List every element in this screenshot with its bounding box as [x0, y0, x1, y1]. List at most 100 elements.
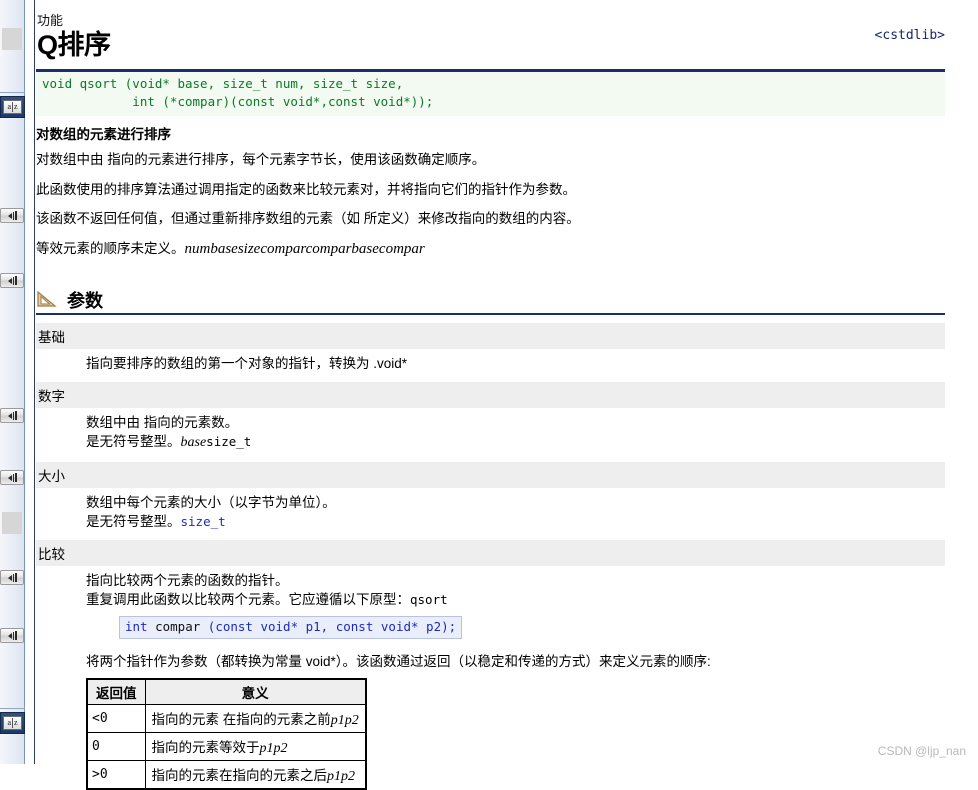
az-letter-a: a [7, 102, 11, 111]
az-separator [12, 102, 13, 112]
handle-bar-icon [14, 211, 17, 220]
table-cell-meaning: 指向的元素在指向的元素之后p1p2 [144, 760, 367, 790]
param-num-text: 是无符号整型。 [86, 434, 181, 450]
page-kicker: 功能 [37, 13, 64, 28]
left-arrow-icon [7, 574, 12, 581]
compar-prototype-code: int compar (const void* p1, const void* … [119, 615, 463, 639]
param-size-line-2: 是无符号整型。size_t [86, 512, 945, 532]
intro-paragraph-3: 该函数不返回任何值，但通过重新排序数组的元素（如 所定义）来修改指向的数组的内容… [36, 210, 580, 226]
scroll-handle-widget[interactable] [0, 208, 24, 223]
param-name-base: 基础 [36, 323, 945, 350]
handle-bar-icon [12, 411, 14, 420]
handle-bar-icon [14, 411, 17, 420]
handle-bar-icon [12, 276, 14, 285]
compar-prototype-keyword: int [125, 618, 148, 634]
scroll-handle-widget[interactable] [0, 470, 24, 485]
strip-placeholder-block [2, 512, 22, 534]
param-size-mono-tail: size_t [180, 514, 226, 530]
table-row: 0 指向的元素等效于p1p2 [86, 732, 367, 762]
page-title: Q排序 [37, 30, 111, 60]
parameters-section-heading: 参数 [36, 289, 945, 316]
compar-prototype-params: (const void* p1, const void* p2); [207, 618, 457, 634]
param-body-base: 指向要排序的数组的第一个对象的指针，转换为 .void* [36, 349, 945, 374]
signature-line-1: void qsort (void* base, size_t num, size… [42, 76, 404, 92]
handle-bar-icon [14, 473, 17, 482]
az-letter-z: z [14, 102, 18, 111]
left-sidebar-strip: a z a z [0, 0, 25, 764]
param-body-num: 数组中由 指向的元素数。 是无符号整型。basesize_t [36, 408, 945, 454]
handle-bar-icon [14, 573, 17, 582]
param-size-text: 是无符号整型。 [86, 514, 181, 530]
table-row: <0 指向的元素 在指向的元素之前p1p2 [86, 704, 367, 734]
meaning-italic: p1p2 [330, 713, 359, 729]
left-arrow-icon [7, 632, 12, 639]
parameters-section-title: 参数 [67, 291, 103, 312]
param-body-compar: 指向比较两个元素的函数的指针。 重复调用此函数以比较两个元素。它应遵循以下原型：… [36, 566, 945, 639]
page-gutter [25, 0, 35, 764]
az-letter-a: a [7, 718, 11, 727]
translate-az-glyph: a z [3, 716, 22, 730]
param-num-line-1: 数组中由 指向的元素数。 [86, 414, 239, 430]
handle-bar-icon [12, 473, 14, 482]
signature-line-2: int (*compar)(const void*,const void*)); [42, 94, 434, 110]
param-size-line-1: 数组中每个元素的大小（以字节为单位）。 [86, 494, 336, 510]
param-num-line-2: 是无符号整型。basesize_t [86, 432, 945, 453]
handle-bar-icon [12, 573, 14, 582]
summary-subhead: 对数组的元素进行排序 [36, 127, 171, 143]
param-compar-line-1: 指向比较两个元素的函数的指针。 [86, 572, 289, 588]
ruler-triangle-icon [37, 290, 57, 307]
scroll-handle-widget[interactable] [0, 570, 24, 585]
handle-bar-icon [14, 631, 17, 640]
translate-az-icon-top[interactable]: a z [0, 96, 25, 118]
left-arrow-icon [7, 474, 12, 481]
meaning-text: 指向的元素在指向的元素之后 [151, 768, 328, 784]
compar-prototype-identifier: compar [147, 618, 208, 634]
strip-divider [0, 708, 25, 709]
table-header-row: 返回值 意义 [86, 678, 367, 706]
table-header-return-value: 返回值 [86, 678, 146, 706]
param-num-mono-tail: size_t [206, 434, 252, 450]
meaning-text: 指向的元素 在指向的元素之前 [151, 712, 331, 728]
az-separator [12, 718, 13, 728]
table-header-meaning: 意义 [144, 678, 367, 706]
handle-bar-icon [12, 211, 14, 220]
param-name-size: 大小 [36, 461, 945, 488]
meaning-italic: p1p2 [259, 741, 288, 757]
intro-paragraph-4: 等效元素的顺序未定义。numbasesizecomparcomparbaseco… [36, 239, 978, 259]
translate-az-glyph: a z [3, 100, 22, 114]
intro-paragraph-2: 此函数使用的排序算法通过调用指定的函数来比较元素对，并将指向它们的指针作为参数。 [36, 181, 576, 197]
left-arrow-icon [7, 412, 12, 419]
intro-paragraph-4-text: 等效元素的顺序未定义。 [36, 240, 185, 256]
translate-az-icon-bottom[interactable]: a z [0, 712, 25, 734]
function-signature-block: void qsort (void* base, size_t num, size… [36, 69, 945, 117]
header-include-link[interactable]: <cstdlib> [875, 28, 945, 43]
param-compar-text: 重复调用此函数以比较两个元素。它应遵循以下原型： [86, 592, 410, 608]
table-cell-return-value: 0 [86, 732, 146, 762]
table-cell-meaning: 指向的元素等效于p1p2 [144, 732, 367, 762]
table-cell-meaning: 指向的元素 在指向的元素之前p1p2 [144, 704, 367, 734]
scroll-handle-widget[interactable] [0, 408, 24, 423]
compar-return-note: 将两个指针作为参数（都转换为常量 void*）。该函数通过返回（以稳定和传递的方… [86, 654, 711, 669]
strip-placeholder-block [2, 28, 22, 50]
scroll-handle-widget[interactable] [0, 628, 24, 643]
table-cell-return-value: >0 [86, 760, 146, 790]
csdn-watermark: CSDN @ljp_nan [877, 744, 966, 758]
param-name-num: 数字 [36, 381, 945, 408]
handle-bar-icon [14, 276, 17, 285]
param-name-compar: 比较 [36, 539, 945, 566]
az-letter-z: z [14, 718, 18, 727]
intro-paragraph-4-italic: numbasesizecomparcomparbasecompar [184, 240, 425, 257]
left-arrow-icon [7, 212, 12, 219]
table-cell-return-value: <0 [86, 704, 146, 734]
meaning-text: 指向的元素等效于 [151, 740, 260, 756]
param-compar-mono-tail: qsort [410, 592, 448, 608]
strip-divider [0, 92, 25, 93]
param-num-italic-tail: base [180, 435, 207, 451]
param-base-line-1: 指向要排序的数组的第一个对象的指针，转换为 .void* [86, 356, 408, 372]
main-content: <cstdlib> 功能 Q排序 void qsort (void* base,… [36, 0, 978, 790]
scroll-handle-widget[interactable] [0, 273, 24, 288]
intro-paragraph-1: 对数组中由 指向的元素进行排序，每个元素字节长，使用该函数确定顺序。 [36, 152, 486, 168]
handle-bar-icon [12, 631, 14, 640]
param-compar-line-2: 重复调用此函数以比较两个元素。它应遵循以下原型：qsort [86, 590, 945, 610]
parameters-section: 参数 基础 指向要排序的数组的第一个对象的指针，转换为 .void* 数字 数组… [36, 289, 945, 790]
